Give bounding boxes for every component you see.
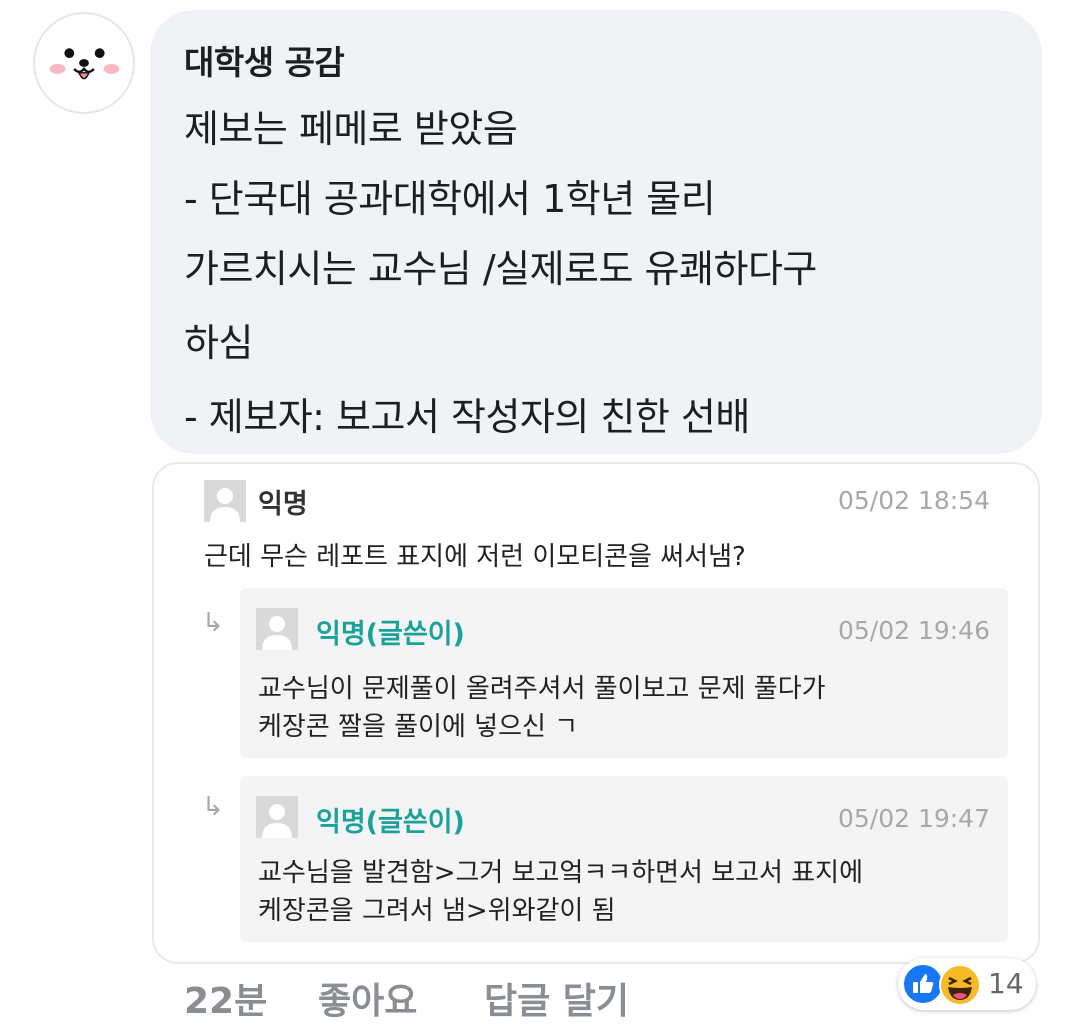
post-line: 하심 — [184, 321, 253, 365]
comment-text: 근데 무슨 레포트 표지에 저런 이모티콘을 써서냄? — [204, 542, 746, 572]
reaction-count: 14 — [988, 967, 1024, 1000]
comment-timestamp[interactable]: 22분 — [184, 972, 267, 1024]
reply-text-line: 케장콘을 그려서 냄>위와같이 됨 — [258, 896, 616, 926]
reply-author: 익명(글쓴이) — [316, 807, 465, 838]
like-button[interactable]: 좋아요 — [318, 972, 417, 1024]
reply-author: 익명(글쓴이) — [316, 619, 465, 650]
reply-text-line: 교수님을 발견함>그거 보고엌ㅋㅋ하면서 보고서 표지에 — [258, 858, 864, 888]
reply-time: 05/02 19:46 — [837, 616, 990, 645]
reactions-summary[interactable]: 14 — [898, 958, 1036, 1010]
post-author[interactable]: 대학생 공감 — [184, 36, 345, 84]
reply-time: 05/02 19:47 — [837, 804, 990, 833]
anonymous-avatar-icon — [204, 480, 246, 522]
anonymous-avatar-icon — [256, 796, 298, 838]
page-avatar[interactable] — [33, 12, 135, 114]
post-line: 제보는 페메로 받았음 — [184, 107, 518, 151]
embedded-comment-card: 익명 05/02 18:54 근데 무슨 레포트 표지에 저런 이모티콘을 써서… — [152, 462, 1040, 964]
post-line: 가르치시는 교수님 /실제로도 유쾌하다구 — [184, 247, 817, 291]
reply-button[interactable]: 답글 달기 — [484, 972, 629, 1024]
reply-item: 익명(글쓴이) 05/02 19:47 교수님을 발견함>그거 보고엌ㅋㅋ하면서… — [240, 776, 1008, 942]
reply-arrow-icon: ↳ — [202, 792, 224, 822]
post-bubble: 대학생 공감 제보는 페메로 받았음 - 단국대 공과대학에서 1학년 물리 가… — [150, 10, 1042, 454]
reply-text-line: 교수님이 문제풀이 올려주셔서 풀이보고 문제 풀다가 — [258, 674, 826, 704]
reply-arrow-icon: ↳ — [202, 608, 224, 638]
reply-text-line: 케장콘 짤을 풀이에 넣으신 ㄱ — [258, 712, 579, 742]
anonymous-avatar-icon — [256, 608, 298, 650]
comment-author: 익명 — [258, 489, 308, 520]
puppy-face-icon — [49, 48, 120, 80]
reply-item: 익명(글쓴이) 05/02 19:46 교수님이 문제풀이 올려주셔서 풀이보고… — [240, 588, 1008, 758]
post-line: - 단국대 공과대학에서 1학년 물리 — [184, 177, 716, 221]
haha-icon — [939, 964, 981, 1006]
comment-time: 05/02 18:54 — [837, 486, 990, 515]
post-line: - 제보자: 보고서 작성자의 친한 선배 — [184, 395, 750, 439]
